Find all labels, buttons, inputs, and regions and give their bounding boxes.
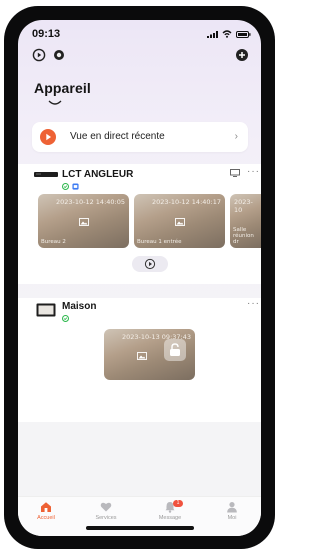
home-icon: [41, 502, 51, 512]
image-icon: [174, 218, 185, 227]
battery-icon: [236, 30, 251, 38]
tab-label: Message: [158, 515, 182, 521]
thumbnail-timestamp: 2023-10-12 14:40:05: [55, 198, 125, 206]
bottom-tab-bar: Accueil Services 1 Message Moi: [18, 496, 261, 536]
status-time: 09:13: [32, 28, 61, 40]
recent-live-view-button[interactable]: Vue en direct récente ›: [32, 122, 248, 152]
device-name: LCT ANGLEUR: [62, 169, 134, 180]
camera-thumbnail[interactable]: 2023-10 Salle réunion dr: [230, 194, 261, 248]
message-badge: 1: [173, 500, 183, 507]
tab-message[interactable]: 1 Message: [146, 500, 194, 521]
camera-thumbnail[interactable]: 2023-10-13 09:37:43: [104, 329, 195, 380]
tab-label: Moi: [227, 515, 237, 521]
home-indicator: [86, 526, 194, 530]
thumbnail-timestamp: 2023-10: [234, 198, 253, 214]
chevron-right-icon: ›: [234, 131, 238, 142]
status-icons: [207, 30, 251, 38]
tab-services[interactable]: Services: [82, 501, 130, 521]
camera-thumbnail[interactable]: 2023-10-12 14:40:05 Bureau 2: [38, 194, 129, 248]
online-status-icon: [62, 315, 69, 322]
record-icon[interactable]: [52, 48, 66, 62]
tab-accueil[interactable]: Accueil: [22, 501, 70, 521]
title-underline-icon: [48, 100, 62, 105]
app-screen: 09:13 Appareil Vue en direct récente › L…: [18, 20, 261, 536]
storage-icon: [72, 183, 79, 190]
more-options-icon[interactable]: ···: [247, 298, 260, 309]
play-all-button[interactable]: [132, 256, 168, 272]
nvr-icon: [34, 172, 58, 177]
page-title: Appareil: [34, 80, 91, 96]
camera-thumbnail[interactable]: 2023-10-12 14:40:17 Bureau 1 entrée: [134, 194, 225, 248]
thumbnail-caption: Salle réunion dr: [233, 227, 254, 245]
display-icon[interactable]: [230, 169, 240, 177]
monitor-device-icon: [36, 303, 56, 317]
signal-icon: [207, 30, 218, 38]
online-status-icon: [62, 183, 69, 190]
unlock-icon: [170, 343, 180, 356]
privacy-lock-button[interactable]: [164, 339, 186, 361]
wifi-icon: [222, 30, 232, 38]
recent-live-view-label: Vue en direct récente: [70, 131, 165, 142]
status-bar: 09:13: [18, 20, 261, 48]
image-icon: [78, 218, 89, 227]
image-icon: [137, 351, 148, 360]
thumbnail-timestamp: 2023-10-12 14:40:17: [151, 198, 221, 206]
phone-frame: 09:13 Appareil Vue en direct récente › L…: [4, 6, 275, 549]
thumbnail-caption: Bureau 2: [41, 239, 66, 245]
tab-label: Accueil: [37, 515, 55, 521]
device-card-lct-angleur[interactable]: LCT ANGLEUR ··· 2023-10-12 14:40:05 Bure…: [18, 164, 261, 284]
heart-icon: [100, 502, 112, 512]
play-circle-icon: [144, 258, 156, 270]
thumbnail-caption: Bureau 1 entrée: [137, 239, 182, 245]
more-options-icon[interactable]: ···: [247, 166, 260, 177]
top-actions: [32, 48, 250, 66]
device-card-maison[interactable]: Maison ··· 2023-10-13 09:37:43: [18, 298, 261, 422]
tab-label: Services: [95, 515, 117, 521]
device-name: Maison: [62, 301, 97, 312]
tab-moi[interactable]: Moi: [208, 501, 256, 521]
person-icon: [227, 502, 237, 513]
play-icon: [40, 129, 56, 145]
playback-icon[interactable]: [32, 48, 46, 62]
add-device-icon[interactable]: [235, 48, 249, 62]
